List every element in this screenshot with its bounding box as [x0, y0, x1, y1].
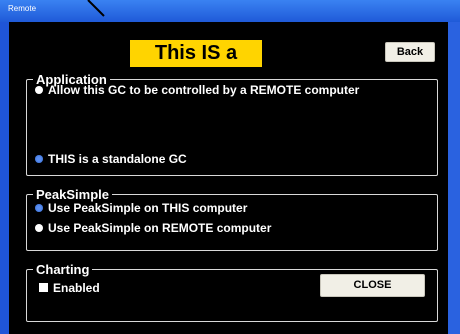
radio-selected-icon [35, 203, 43, 212]
radio-remote-control-label: Allow this GC to be controlled by a REMO… [48, 82, 360, 97]
back-button[interactable]: Back [385, 42, 435, 62]
window-frame-right [448, 0, 460, 334]
gc-mode-badge: This IS a GCC [130, 40, 262, 91]
radio-peaksimple-remote[interactable]: Use PeakSimple on REMOTE computer [35, 220, 271, 235]
client-area: This IS a GCC Back Application Allow thi… [9, 22, 448, 334]
window-title: Remote [8, 4, 37, 13]
radio-peaksimple-this-label: Use PeakSimple on THIS computer [48, 200, 248, 215]
enabled-checkbox-label: Enabled [53, 280, 100, 295]
radio-remote-control[interactable]: Allow this GC to be controlled by a REMO… [35, 82, 359, 97]
radio-selected-icon [35, 154, 43, 163]
radio-standalone[interactable]: THIS is a standalone GC [35, 151, 187, 166]
title-bar[interactable]: Remote [0, 0, 460, 22]
radio-unselected-icon [35, 223, 43, 232]
radio-unselected-icon [35, 85, 43, 94]
enabled-checkbox[interactable]: Enabled [39, 280, 100, 295]
peaksimple-group: PeakSimple [26, 187, 438, 251]
radio-peaksimple-this[interactable]: Use PeakSimple on THIS computer [35, 200, 247, 215]
radio-standalone-label: THIS is a standalone GC [48, 151, 187, 166]
checkbox-unchecked-icon [39, 283, 48, 293]
mouse-pointer-icon [87, 0, 105, 17]
close-button[interactable]: CLOSE [320, 274, 425, 297]
window-frame-left [0, 0, 9, 334]
charting-legend: Charting [36, 262, 90, 277]
radio-peaksimple-remote-label: Use PeakSimple on REMOTE computer [48, 220, 272, 235]
